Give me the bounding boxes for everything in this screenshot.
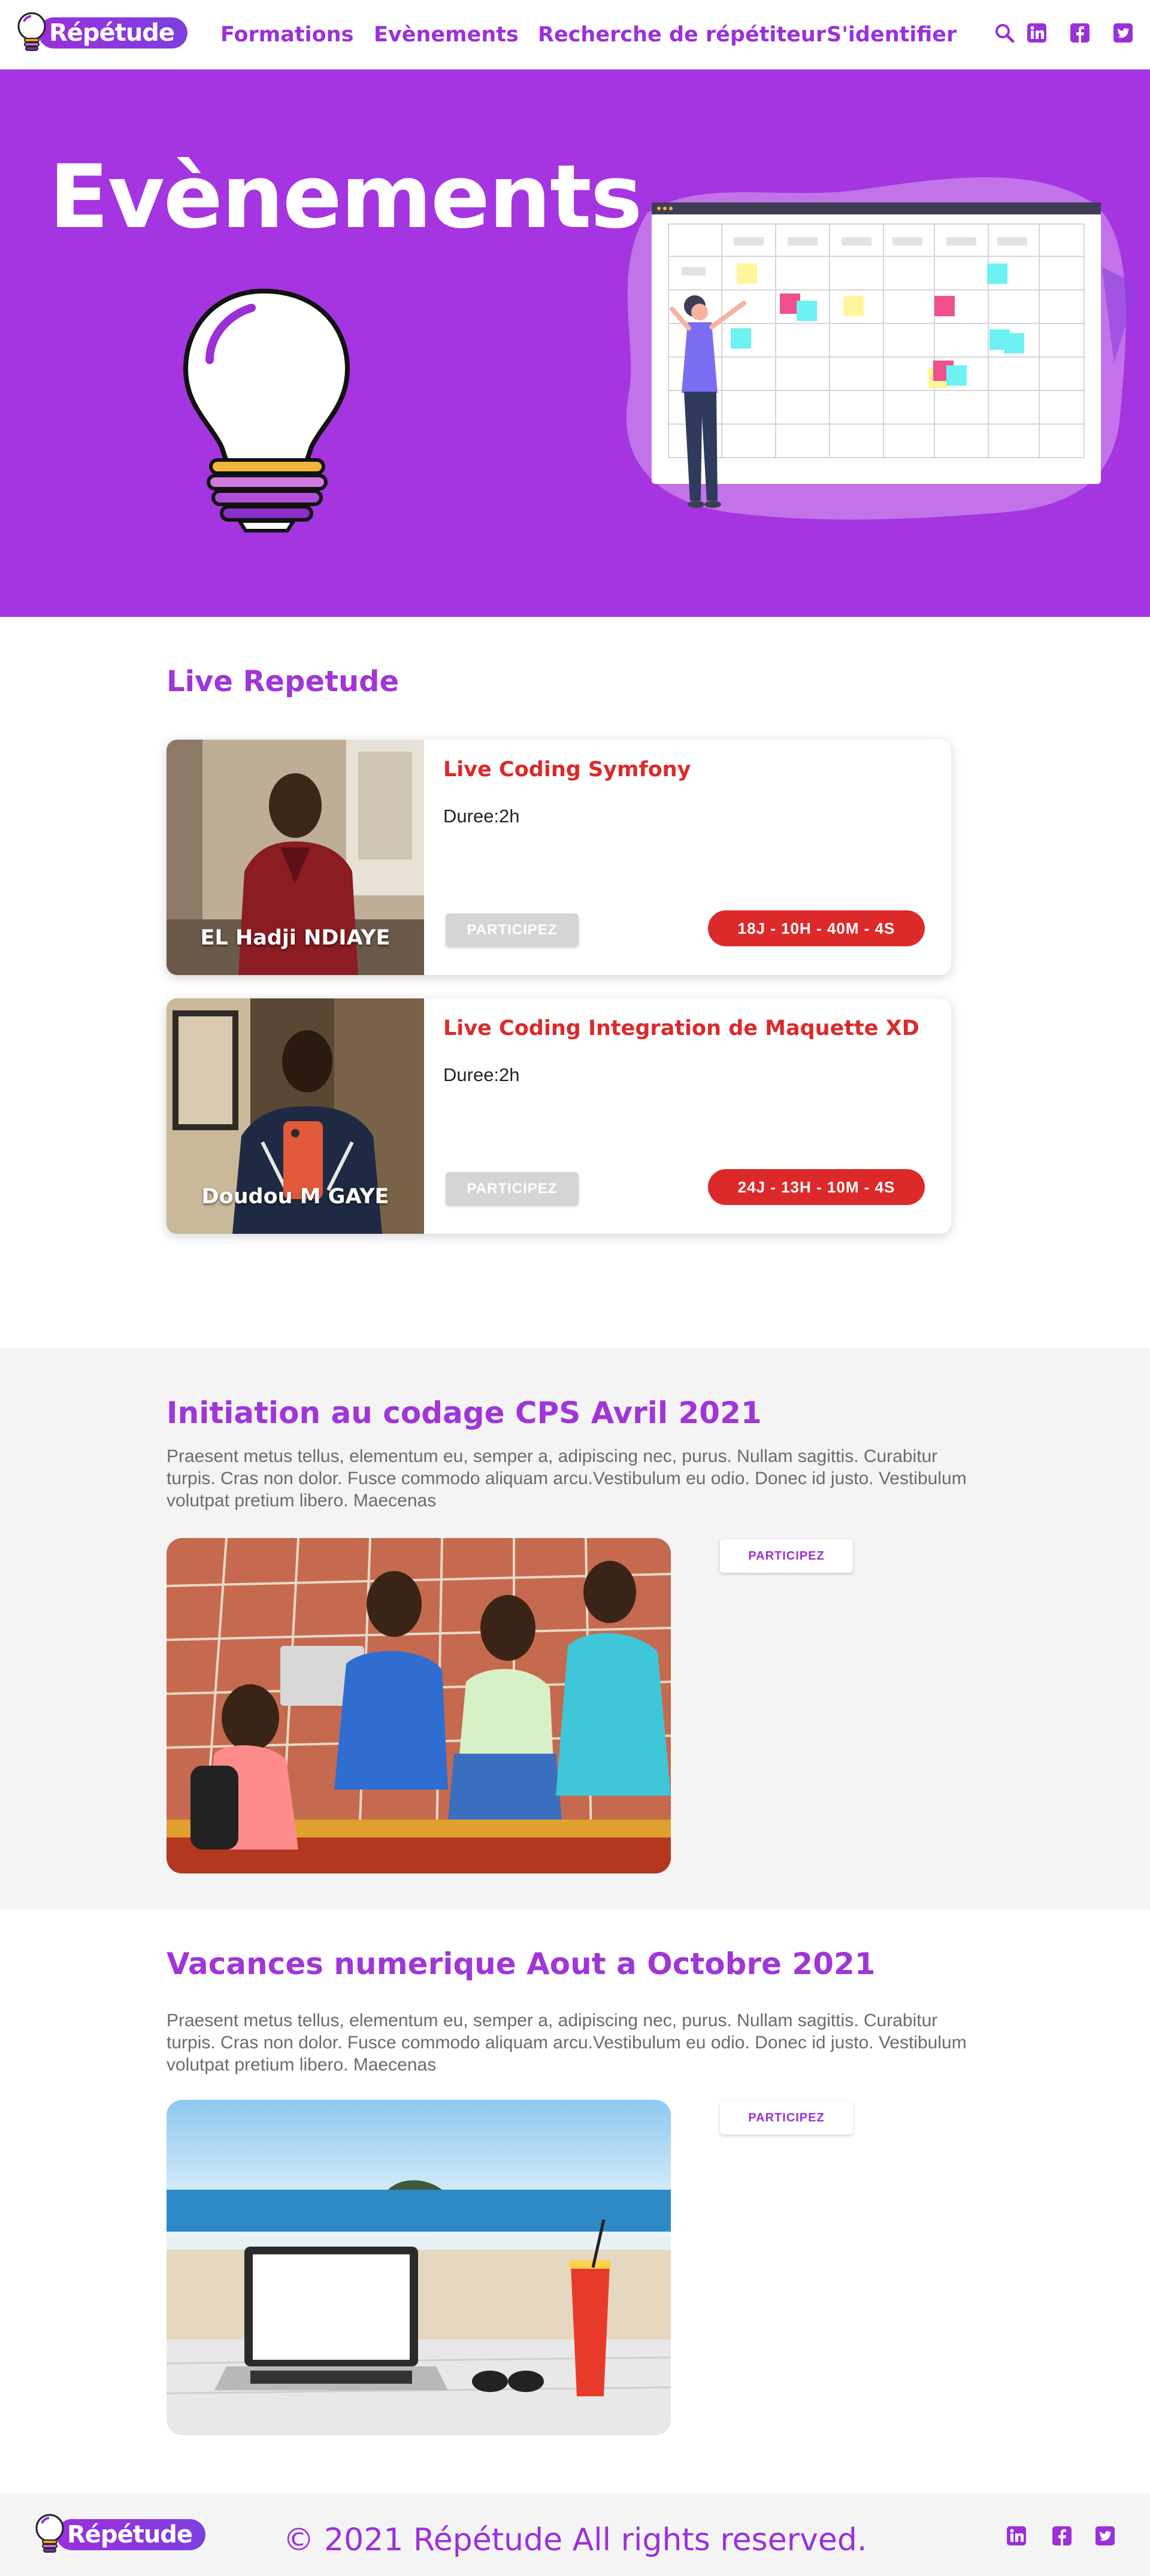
participate-button[interactable]: PARTICIPEZ: [720, 2101, 853, 2135]
countdown-badge: 24J - 13H - 10M - 4S: [708, 1169, 925, 1205]
nav-evenements[interactable]: Evènements: [374, 23, 519, 47]
event-description: Praesent metus tellus, elementum eu, sem…: [167, 1446, 967, 1511]
nav-recherche-repetiteur[interactable]: Recherche de répétiteur: [538, 23, 826, 47]
live-card: EL Hadji NDIAYE Live Coding Symfony Dure…: [167, 740, 951, 975]
site-header: Répétude Formations Evènements Recherche…: [0, 0, 1150, 69]
live-title: Live Coding Integration de Maquette XD: [443, 1016, 919, 1040]
event-image-beach-laptop: [167, 2100, 671, 2435]
header-logo[interactable]: Répétude: [16, 11, 188, 55]
live-duration: Duree:2h: [443, 1064, 520, 1085]
participate-button[interactable]: PARTICIPEZ: [446, 913, 579, 947]
presenter-photo: EL Hadji NDIAYE: [167, 740, 424, 975]
participate-button[interactable]: PARTICIPEZ: [720, 1539, 853, 1573]
calendar-illustration: [611, 165, 1150, 585]
page-title: Evènements: [49, 146, 643, 248]
presenter-name: Doudou M GAYE: [201, 1185, 389, 1209]
event-title: Initiation au codage CPS Avril 2021: [167, 1396, 762, 1430]
event-description: Praesent metus tellus, elementum eu, sem…: [167, 2011, 967, 2075]
live-section-title: Live Repetude: [167, 665, 400, 698]
live-title: Live Coding Symfony: [443, 758, 691, 782]
presenter-name: EL Hadji NDIAYE: [200, 926, 391, 950]
event-image-students: [167, 1538, 671, 1873]
site-footer: Répétude © 2021 Répétude All rights rese…: [0, 2493, 1150, 2576]
lightbulb-illustration: [174, 279, 359, 537]
countdown-badge: 18J - 10H - 40M - 4S: [708, 910, 925, 946]
hero-banner: Evènements: [0, 69, 1150, 617]
linkedin-icon[interactable]: [1006, 2526, 1027, 2546]
twitter-icon[interactable]: [1113, 23, 1133, 43]
linkedin-icon[interactable]: [1027, 23, 1047, 43]
nav-formations[interactable]: Formations: [220, 23, 353, 47]
search-icon[interactable]: [994, 23, 1015, 43]
twitter-icon[interactable]: [1095, 2526, 1115, 2546]
brand-name: Répétude: [38, 17, 188, 49]
facebook-icon[interactable]: [1052, 2526, 1072, 2546]
live-card: Doudou M GAYE Live Coding Integration de…: [167, 998, 951, 1234]
facebook-icon[interactable]: [1070, 23, 1090, 43]
participate-button[interactable]: PARTICIPEZ: [446, 1172, 579, 1206]
event-title: Vacances numerique Aout a Octobre 2021: [167, 1947, 876, 1981]
copyright-text: © 2021 Répétude All rights reserved.: [283, 2522, 867, 2558]
presenter-photo: Doudou M GAYE: [167, 998, 424, 1234]
nav-sidentifier[interactable]: S'identifier: [827, 23, 957, 47]
bulb-logo-icon: [16, 11, 50, 55]
live-duration: Duree:2h: [443, 806, 520, 827]
